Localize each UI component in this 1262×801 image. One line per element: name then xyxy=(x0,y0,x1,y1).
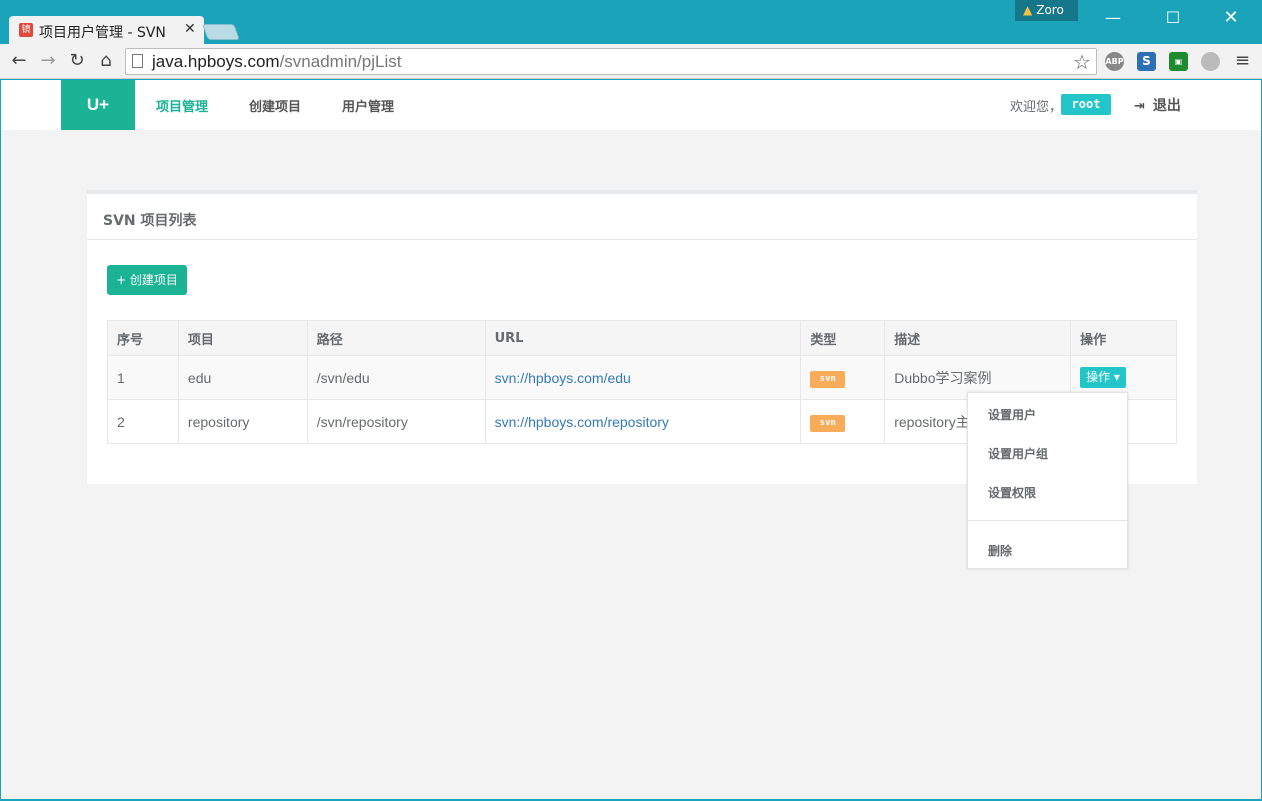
header-url: URL xyxy=(484,320,802,356)
browser-tab-active[interactable]: 镜 项目用户管理 - SVN ✕ xyxy=(9,16,204,44)
type-badge: svn xyxy=(810,414,846,432)
minimize-icon[interactable]: — xyxy=(1098,8,1128,28)
reload-icon[interactable]: ↻ xyxy=(67,51,87,71)
header-action: 操作 xyxy=(1070,320,1177,356)
header-index: 序号 xyxy=(107,320,179,356)
address-url[interactable]: java.hpboys.com/svnadmin/pjList xyxy=(152,52,401,72)
username-badge: root xyxy=(1061,94,1111,115)
page-icon xyxy=(132,54,143,68)
cell-project: repository xyxy=(177,399,308,444)
cell-path: /svn/repository xyxy=(306,399,486,444)
nav-project-management[interactable]: 项目管理 xyxy=(156,96,208,115)
create-project-button[interactable]: + 创建项目 xyxy=(107,265,187,295)
extension-s-icon[interactable]: S xyxy=(1137,52,1156,71)
nav-user-management[interactable]: 用户管理 xyxy=(342,96,394,115)
menu-item-set-users[interactable]: 设置用户 xyxy=(988,406,1036,423)
maximize-icon[interactable]: ☐ xyxy=(1158,8,1188,28)
url-host: java.hpboys.com xyxy=(152,52,280,71)
type-badge: svn xyxy=(810,370,846,388)
cell-type: svn xyxy=(800,399,886,444)
profile-name: Zoro xyxy=(1036,3,1064,17)
window-close-icon[interactable]: ✕ xyxy=(1216,8,1246,28)
action-dropdown-button[interactable]: 操作 ▾ xyxy=(1080,367,1126,388)
tab-close-icon[interactable]: ✕ xyxy=(184,21,196,37)
warning-icon: ▲ xyxy=(1023,3,1033,17)
brand-logo[interactable]: U+ xyxy=(61,80,135,130)
cell-path: /svn/edu xyxy=(306,355,486,400)
forward-arrow-icon[interactable]: → xyxy=(38,51,58,71)
tab-title: 项目用户管理 - SVN xyxy=(39,25,166,41)
home-icon[interactable]: ⌂ xyxy=(96,51,116,71)
url-path: /svnadmin/pjList xyxy=(279,52,402,71)
header-description: 描述 xyxy=(884,320,1072,356)
header-type: 类型 xyxy=(800,320,886,356)
logout-link[interactable]: ⇥ 退出 xyxy=(1134,95,1181,115)
browser-menu-icon[interactable]: ≡ xyxy=(1235,52,1251,70)
cell-index: 1 xyxy=(107,355,179,400)
action-label: 操作 xyxy=(1086,370,1111,384)
menu-item-set-permissions[interactable]: 设置权限 xyxy=(988,484,1036,501)
back-arrow-icon[interactable]: ← xyxy=(9,51,29,71)
nav-create-project[interactable]: 创建项目 xyxy=(249,96,301,115)
page-viewport: U+ 项目管理 创建项目 用户管理 欢迎您， root ⇥ 退出 SVN 项目列表… xyxy=(1,80,1261,799)
menu-item-delete[interactable]: 删除 xyxy=(988,542,1012,559)
profile-badge[interactable]: ▲ Zoro xyxy=(1015,0,1078,21)
menu-divider xyxy=(968,520,1127,521)
cell-project: edu xyxy=(177,355,308,400)
cell-url[interactable]: svn://hpboys.com/edu xyxy=(484,355,802,400)
window-titlebar: 镜 项目用户管理 - SVN ✕ ▲ Zoro — ☐ ✕ xyxy=(0,0,1262,44)
table-header-row: 序号 项目 路径 URL 类型 描述 操作 xyxy=(107,320,1177,356)
extension-gray-icon[interactable] xyxy=(1201,52,1220,71)
action-dropdown-menu: 设置用户 设置用户组 设置权限 删除 xyxy=(967,392,1128,569)
logout-label: 退出 xyxy=(1152,98,1181,114)
caret-down-icon: ▾ xyxy=(1113,370,1120,384)
extension-green-icon[interactable]: ▣ xyxy=(1169,52,1188,71)
panel-title: SVN 项目列表 xyxy=(103,213,197,229)
welcome-text: 欢迎您， xyxy=(1010,100,1063,115)
address-bar[interactable]: java.hpboys.com/svnadmin/pjList ☆ xyxy=(125,48,1097,75)
menu-item-set-user-groups[interactable]: 设置用户组 xyxy=(988,445,1048,462)
header-path: 路径 xyxy=(306,320,486,356)
adblock-icon[interactable]: ABP xyxy=(1105,52,1124,71)
site-favicon-icon: 镜 xyxy=(19,23,33,37)
bookmark-star-icon[interactable]: ☆ xyxy=(1073,50,1091,74)
header-project: 项目 xyxy=(177,320,308,356)
panel-divider xyxy=(87,239,1197,240)
cell-url[interactable]: svn://hpboys.com/repository xyxy=(484,399,802,444)
sign-out-icon: ⇥ xyxy=(1134,99,1145,114)
new-tab-button[interactable] xyxy=(202,24,240,40)
cell-type: svn xyxy=(800,355,886,400)
browser-toolbar: ← → ↻ ⌂ java.hpboys.com/svnadmin/pjList … xyxy=(0,44,1262,79)
cell-index: 2 xyxy=(107,399,179,444)
top-navbar: U+ 项目管理 创建项目 用户管理 欢迎您， root ⇥ 退出 xyxy=(1,80,1261,130)
